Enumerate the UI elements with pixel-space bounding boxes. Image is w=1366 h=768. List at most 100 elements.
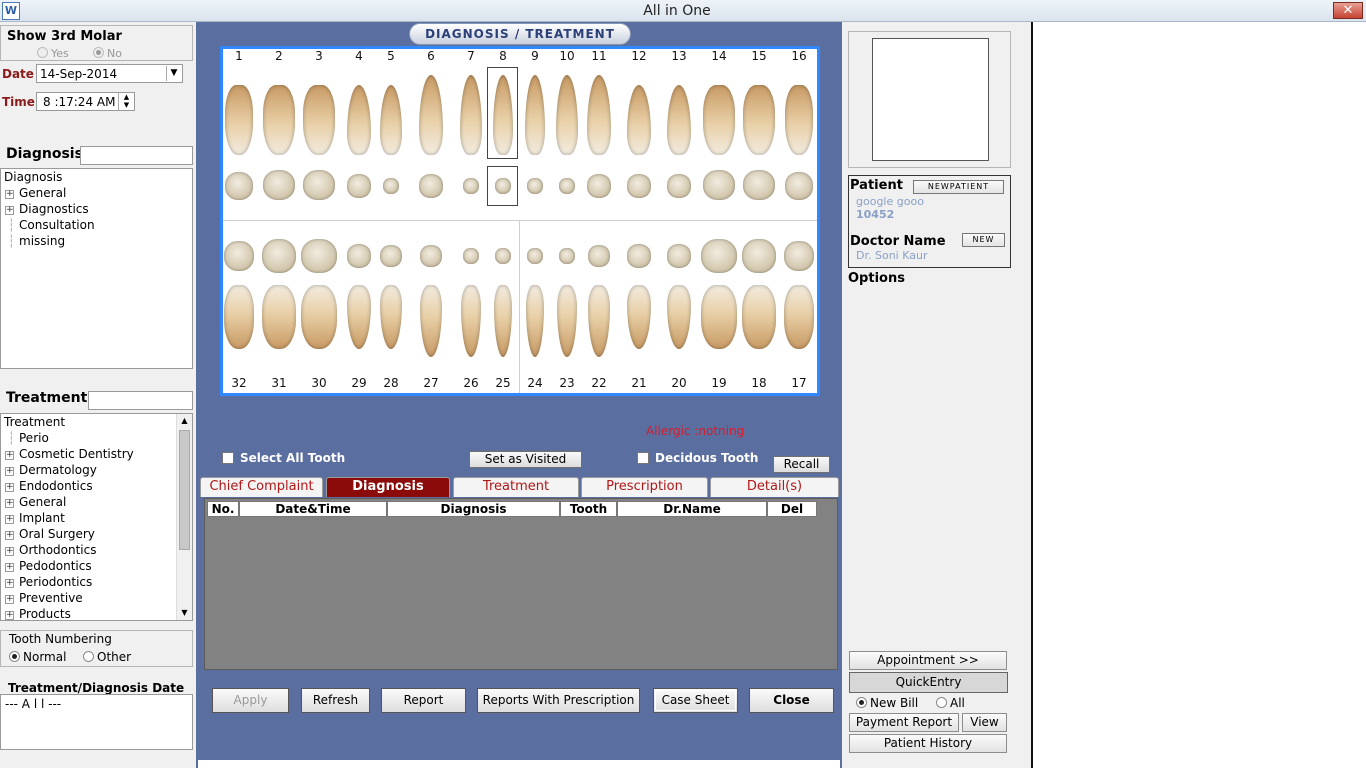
tooth-number-lower[interactable]: 32 <box>229 376 249 390</box>
lower-tooth-side-icon[interactable] <box>784 285 814 349</box>
upper-tooth-side-icon[interactable] <box>419 75 443 155</box>
lower-tooth-occlusal-icon[interactable] <box>347 244 371 268</box>
lower-tooth-occlusal-icon[interactable] <box>463 248 479 264</box>
scroll-down-icon[interactable]: ▼ <box>177 606 192 620</box>
column-tooth[interactable]: Tooth <box>560 501 617 517</box>
tab-prescription[interactable]: Prescription <box>581 477 708 497</box>
numbering-normal-radio[interactable]: Normal <box>9 650 66 664</box>
tree-item[interactable]: + Diagnostics <box>1 201 192 217</box>
tab-diagnosis[interactable]: Diagnosis <box>326 477 450 497</box>
tree-item[interactable]: ┆ Consultation <box>1 217 192 233</box>
reports-with-prescription-button[interactable]: Reports With Prescription <box>477 688 640 713</box>
tooth-chart[interactable]: 1 32 2 31 3 30 4 29 5 28 6 27 7 26 8 25 9 24 10 23 11 22 12 21 1… <box>220 46 820 396</box>
tooth-number-lower[interactable]: 20 <box>669 376 689 390</box>
tree-item[interactable]: + Cosmetic Dentistry <box>1 446 192 462</box>
upper-tooth-side-icon[interactable] <box>743 85 775 155</box>
patient-history-button[interactable]: Patient History <box>849 734 1007 753</box>
tree-item[interactable]: + General <box>1 494 192 510</box>
view-button[interactable]: View <box>962 713 1007 732</box>
tree-item[interactable]: + Preventive <box>1 590 192 606</box>
tree-item[interactable]: + Periodontics <box>1 574 192 590</box>
patient-photo[interactable] <box>872 38 989 161</box>
tooth-number-upper[interactable]: 8 <box>493 49 513 63</box>
upper-tooth-occlusal-icon[interactable] <box>263 170 295 200</box>
molar-yes-radio[interactable]: Yes <box>37 47 69 60</box>
tooth-number-upper[interactable]: 5 <box>381 49 401 63</box>
lower-tooth-occlusal-icon[interactable] <box>784 241 814 271</box>
lower-tooth-side-icon[interactable] <box>494 285 512 357</box>
upper-tooth-side-icon[interactable] <box>785 85 813 155</box>
lower-tooth-side-icon[interactable] <box>701 285 737 349</box>
upper-tooth-side-icon[interactable] <box>525 75 545 155</box>
tooth-number-upper[interactable]: 10 <box>557 49 577 63</box>
upper-tooth-occlusal-icon[interactable] <box>703 170 735 200</box>
tree-item[interactable]: Diagnosis <box>1 169 192 185</box>
tooth-number-upper[interactable]: 12 <box>629 49 649 63</box>
tree-item[interactable]: Treatment <box>1 414 192 430</box>
lower-tooth-occlusal-icon[interactable] <box>701 239 737 273</box>
lower-tooth-occlusal-icon[interactable] <box>627 244 651 268</box>
upper-tooth-occlusal-icon[interactable] <box>303 170 335 200</box>
upper-tooth-side-icon[interactable] <box>627 85 651 155</box>
lower-tooth-occlusal-icon[interactable] <box>420 245 442 267</box>
tree-item[interactable]: + Endodontics <box>1 478 192 494</box>
tooth-number-lower[interactable]: 24 <box>525 376 545 390</box>
tooth-number-upper[interactable]: 1 <box>229 49 249 63</box>
lower-tooth-side-icon[interactable] <box>557 285 577 357</box>
tooth-number-upper[interactable]: 13 <box>669 49 689 63</box>
tooth-number-upper[interactable]: 4 <box>349 49 369 63</box>
diagnosis-grid[interactable]: No. Date&Time Diagnosis Tooth Dr.Name De… <box>204 498 838 670</box>
tooth-number-lower[interactable]: 28 <box>381 376 401 390</box>
numbering-other-radio[interactable]: Other <box>83 650 131 664</box>
upper-tooth-side-icon[interactable] <box>380 85 402 155</box>
column-date-time[interactable]: Date&Time <box>239 501 387 517</box>
upper-tooth-side-icon[interactable] <box>347 85 371 155</box>
tooth-number-lower[interactable]: 29 <box>349 376 369 390</box>
lower-tooth-occlusal-icon[interactable] <box>380 245 402 267</box>
upper-tooth-occlusal-icon[interactable] <box>383 178 399 194</box>
lower-tooth-occlusal-icon[interactable] <box>588 245 610 267</box>
tree-item[interactable]: + Oral Surgery <box>1 526 192 542</box>
upper-tooth-occlusal-icon[interactable] <box>559 178 575 194</box>
new-doctor-button[interactable]: NEW <box>962 233 1005 247</box>
tooth-number-upper[interactable]: 6 <box>421 49 441 63</box>
upper-tooth-occlusal-icon[interactable] <box>225 172 253 200</box>
tree-item[interactable]: + General <box>1 185 192 201</box>
tooth-number-upper[interactable]: 15 <box>749 49 769 63</box>
upper-tooth-occlusal-icon[interactable] <box>785 172 813 200</box>
tree-item[interactable]: ┆ Perio <box>1 430 192 446</box>
date-list-item-all[interactable]: --- A l l --- <box>1 695 192 713</box>
upper-tooth-occlusal-icon[interactable] <box>667 174 691 198</box>
expand-plus-icon[interactable]: + <box>5 579 14 588</box>
treatment-tree[interactable]: Treatment ┆ Perio + Cosmetic Dentistry + Derma… <box>0 413 193 621</box>
tooth-number-upper[interactable]: 14 <box>709 49 729 63</box>
quick-entry-button[interactable]: QuickEntry <box>849 672 1008 693</box>
refresh-button[interactable]: Refresh <box>301 688 370 713</box>
lower-tooth-occlusal-icon[interactable] <box>495 248 511 264</box>
chevron-down-icon[interactable]: ▼ <box>166 66 181 81</box>
scroll-up-icon[interactable]: ▲ <box>177 414 192 428</box>
lower-tooth-side-icon[interactable] <box>461 285 481 357</box>
expand-plus-icon[interactable]: + <box>5 563 14 572</box>
tree-item[interactable]: + Orthodontics <box>1 542 192 558</box>
tooth-number-lower[interactable]: 21 <box>629 376 649 390</box>
upper-tooth-occlusal-icon[interactable] <box>463 178 479 194</box>
lower-tooth-side-icon[interactable] <box>301 285 337 349</box>
lower-tooth-occlusal-icon[interactable] <box>559 248 575 264</box>
treatment-search-input[interactable] <box>88 391 193 410</box>
spinner-arrows-icon[interactable]: ▲ ▼ <box>118 93 134 110</box>
upper-tooth-side-icon[interactable] <box>263 85 295 155</box>
all-radio[interactable]: All <box>936 696 965 710</box>
tab-chief-complaint[interactable]: Chief Complaint <box>200 477 323 497</box>
lower-tooth-occlusal-icon[interactable] <box>742 239 776 273</box>
tooth-number-lower[interactable]: 26 <box>461 376 481 390</box>
tooth-number-lower[interactable]: 30 <box>309 376 329 390</box>
expand-plus-icon[interactable]: + <box>5 547 14 556</box>
window-close-button[interactable]: ✕ <box>1333 2 1363 19</box>
upper-tooth-side-icon[interactable] <box>667 85 691 155</box>
tooth-number-lower[interactable]: 18 <box>749 376 769 390</box>
lower-tooth-occlusal-icon[interactable] <box>527 248 543 264</box>
diagnosis-tree[interactable]: Diagnosis + General + Diagnostics ┆ Consultati… <box>0 168 193 369</box>
lower-tooth-side-icon[interactable] <box>224 285 254 349</box>
upper-tooth-occlusal-icon[interactable] <box>347 174 371 198</box>
